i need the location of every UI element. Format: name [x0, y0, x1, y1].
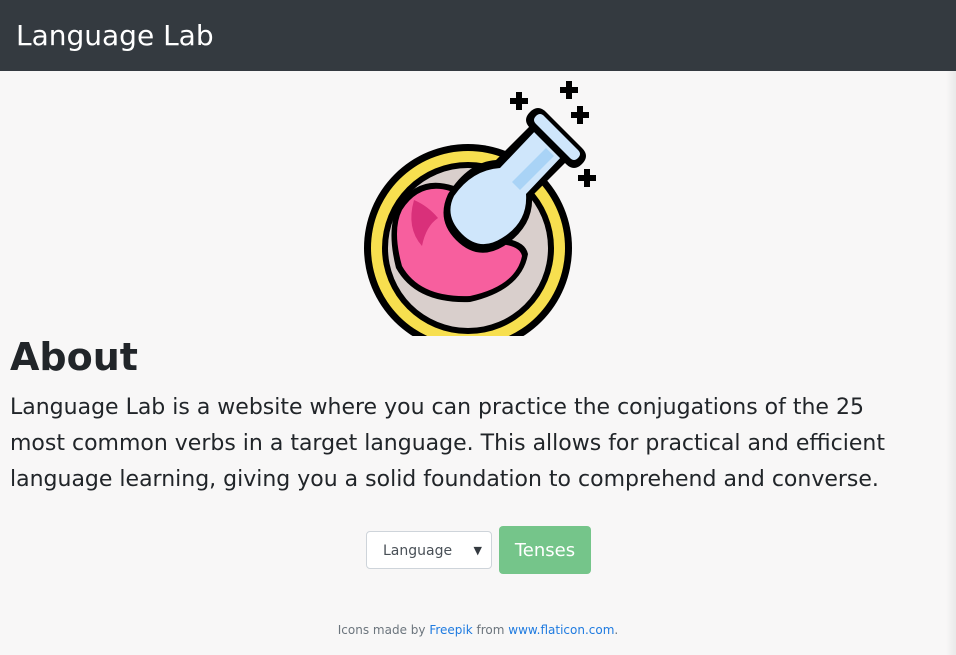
language-select[interactable]: Language ▼ — [366, 531, 492, 569]
footer-middle: from — [476, 623, 505, 637]
scrollbar-track — [946, 71, 956, 655]
footer-prefix: Icons made by — [337, 623, 426, 637]
footer-attribution: Icons made by Freepik from www.flaticon.… — [0, 622, 956, 638]
flaticon-link[interactable]: www.flaticon.com — [508, 623, 614, 637]
about-description: Language Lab is a website where you can … — [10, 395, 885, 492]
freepik-link[interactable]: Freepik — [429, 623, 472, 637]
language-select-value: Language — [383, 543, 453, 559]
brand-link[interactable]: Language Lab — [16, 18, 214, 54]
tenses-button[interactable]: Tenses — [499, 526, 591, 574]
footer-suffix: . — [614, 623, 619, 637]
logo — [350, 78, 610, 352]
potion-flask-icon — [364, 81, 596, 352]
about-heading: About — [10, 335, 138, 379]
navbar: Language Lab — [0, 0, 956, 71]
chevron-down-icon: ▼ — [473, 544, 482, 557]
